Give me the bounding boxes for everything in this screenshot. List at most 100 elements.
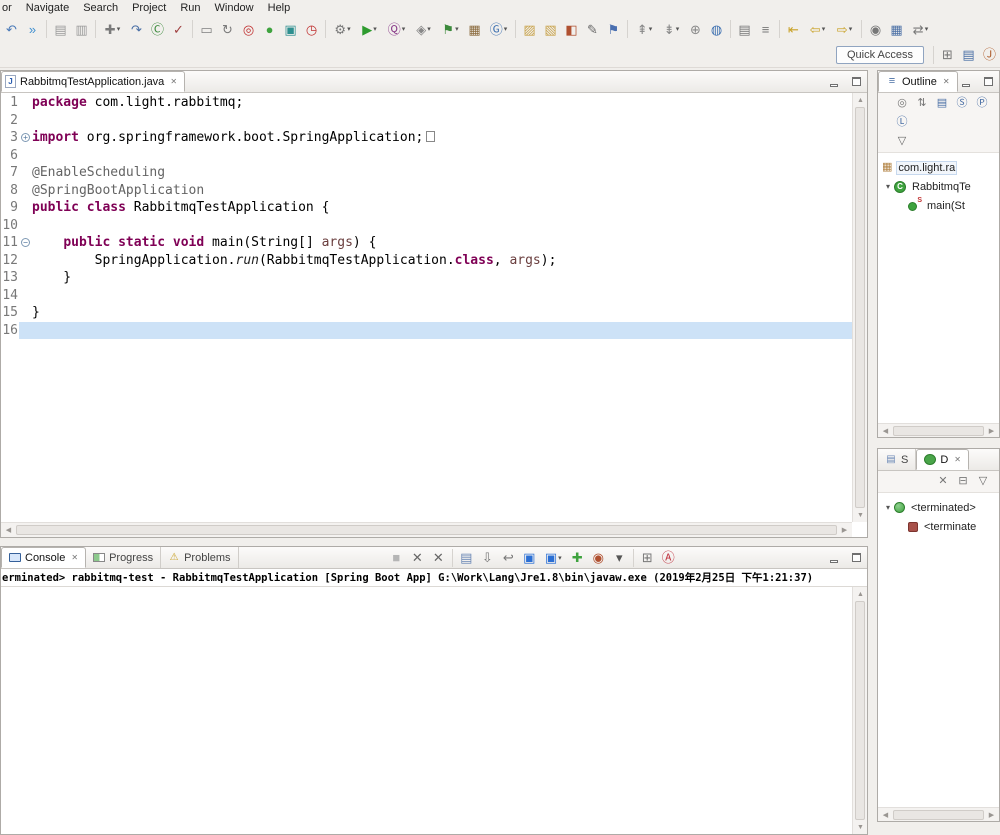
dropdown-caret-icon[interactable]: ▾ [504,25,508,33]
fold-collapse-icon[interactable]: − [19,238,32,248]
maximize-view-icon[interactable] [848,550,864,566]
new-class-icon[interactable]: Ⓒ [147,19,168,39]
code-line-14[interactable]: 14 [1,287,852,305]
open-folder-icon[interactable]: ▨ [519,19,540,39]
scroll-down-icon[interactable]: ▼ [853,508,867,522]
hide-non-public-members-icon[interactable]: Ⓟ [972,95,992,113]
dropdown-caret-icon[interactable]: ▾ [117,25,121,33]
chevron-expanded-icon[interactable]: ▾ [882,503,894,512]
save-icon[interactable]: ▤ [50,19,71,39]
refresh-icon[interactable]: ↻ [217,19,238,39]
scrollbar-thumb[interactable] [855,107,865,508]
dropdown-caret-icon[interactable]: ▾ [676,25,680,33]
start-server-icon[interactable]: ● [259,19,280,39]
pin-console-icon[interactable]: ◉ [588,548,609,568]
save-all-icon[interactable]: ▥ [71,19,92,39]
outline-item-main-method[interactable]: Smain(St [878,196,999,215]
debug-horizontal-scrollbar[interactable]: ◀ ▶ [878,807,999,821]
code-line-11[interactable]: 11− public static void main(String[] arg… [1,234,852,252]
scrollbar-thumb[interactable] [16,525,837,535]
dropdown-caret-icon[interactable]: ▾ [347,25,351,33]
resume-icon[interactable]: » [22,19,43,39]
code-line-8[interactable]: 8 @SpringBootApplication [1,182,852,200]
clear-console-icon[interactable]: ▤ [456,548,477,568]
terminate-icon[interactable]: ■ [386,548,407,568]
fold-expand-icon[interactable]: + [19,133,32,143]
focus-active-task-icon[interactable]: ◎ [892,95,912,113]
dropdown-caret-icon[interactable]: ▾ [558,554,562,562]
close-tab-icon[interactable]: ✕ [71,553,78,562]
tab-problems[interactable]: ⚠ Problems [161,547,239,568]
back-icon[interactable]: ⇦ ▾ [804,19,831,39]
step-commands-icon[interactable]: ↷ [126,19,147,39]
link-item-icon[interactable]: ⊕ [685,19,706,39]
print-icon[interactable]: ▭ [196,19,217,39]
tab-debug[interactable]: D ✕ [916,449,969,470]
outline-view-menu-icon[interactable]: ▽ [892,133,912,151]
code-line-1[interactable]: 1 package com.light.rabbitmq; [1,94,852,112]
export-folder-icon[interactable]: ▧ [540,19,561,39]
menu-search[interactable]: Search [76,1,125,15]
code-line-16[interactable]: 16 [1,321,852,339]
collapsed-code-icon[interactable] [426,131,436,142]
new-console-view-icon[interactable]: ✚ [567,548,588,568]
menu-help[interactable]: Help [261,1,298,15]
open-perspective-icon[interactable]: ⊞ [937,45,958,65]
open-console-icon[interactable]: ▣ ▾ [540,548,567,568]
dropdown-caret-icon[interactable]: ▾ [402,25,406,33]
close-tab-icon[interactable]: ✕ [170,77,177,86]
collapse-all-icon[interactable]: ⊟ [953,473,973,491]
minimize-view-icon[interactable] [958,74,974,90]
previous-annotation-icon[interactable]: ⇞ ▾ [631,19,658,39]
scroll-left-icon[interactable]: ◀ [878,808,893,822]
scrollbar-thumb[interactable] [893,809,984,820]
console-output[interactable]: ▲ ▼ [1,587,867,834]
dropdown-caret-icon[interactable]: ▾ [455,25,459,33]
scroll-left-icon[interactable]: ◀ [1,523,16,537]
dropdown-caret-icon[interactable]: ▾ [427,25,431,33]
task-list-icon[interactable]: ▤ [734,19,755,39]
scheduler-icon[interactable]: ◷ [301,19,322,39]
run-icon[interactable]: ▶ ▾ [356,19,383,39]
fill-color-icon[interactable]: ◧ [561,19,582,39]
back-nav-icon[interactable]: ↶ [1,19,22,39]
edit-pencil-icon[interactable]: ✎ [582,19,603,39]
console-vertical-scrollbar[interactable]: ▲ ▼ [852,587,867,834]
junit-icon[interactable]: ✓ [168,19,189,39]
detach-view-icon[interactable]: ⊞ [637,548,658,568]
coverage-icon[interactable]: ⚑ ▾ [437,19,464,39]
world-icon[interactable]: ◍ [706,19,727,39]
debug-item-launch[interactable]: ▾ <terminated> [878,498,999,517]
tab-servers[interactable]: ▤ S [878,449,917,470]
code-line-6[interactable]: 6 [1,147,852,165]
target-platform-icon[interactable]: ◎ [238,19,259,39]
next-annotation-icon[interactable]: ⇟ ▾ [658,19,685,39]
scroll-up-icon[interactable]: ▲ [853,587,867,601]
tab-progress[interactable]: Progress [86,547,162,568]
close-tab-icon[interactable]: ✕ [943,77,950,86]
new-wizard-icon[interactable]: ✚ ▾ [99,19,126,39]
menu-window[interactable]: Window [208,1,261,15]
outline-tab[interactable]: ≡ Outline ✕ [878,71,958,92]
java-perspective-icon[interactable]: Ⓙ [979,45,1000,65]
editor-horizontal-scrollbar[interactable]: ◀ ▶ [1,522,852,537]
scroll-down-icon[interactable]: ▼ [853,820,867,834]
code-line-12[interactable]: 12 SpringApplication.run(RabbitmqTestApp… [1,252,852,270]
new-database-table-icon[interactable]: ▦ [464,19,485,39]
code-line-7[interactable]: 7 @EnableScheduling [1,164,852,182]
scroll-right-icon[interactable]: ▶ [984,424,999,438]
pin-editor-icon[interactable]: ◉ [865,19,886,39]
quick-access-button[interactable]: Quick Access [835,45,924,64]
editor-tab[interactable]: J RabbitmqTestApplication.java ✕ [1,71,186,92]
maximize-view-icon[interactable] [848,74,864,90]
data-query-icon[interactable]: Ⓠ ▾ [383,19,410,39]
code-editor[interactable]: 1 package com.light.rabbitmq; 2 3 + import or… [1,93,867,537]
hide-fields-icon[interactable]: ▤ [932,95,952,113]
chevron-expanded-icon[interactable]: ▾ [882,182,894,191]
scroll-right-icon[interactable]: ▶ [837,523,852,537]
outline-horizontal-scrollbar[interactable]: ◀ ▶ [878,423,999,437]
editor-vertical-scrollbar[interactable]: ▲ ▼ [852,93,867,522]
menu-navigate[interactable]: Navigate [19,1,76,15]
code-line-10[interactable]: 10 [1,217,852,235]
code-area[interactable]: 1 package com.light.rabbitmq; 2 3 + import or… [1,94,852,522]
